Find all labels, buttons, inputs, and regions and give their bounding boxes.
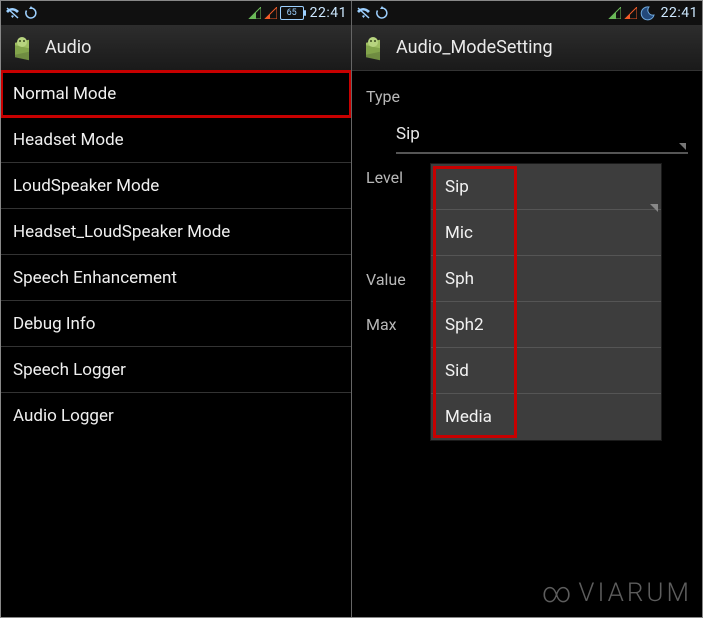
watermark: ∞ VIARUM (542, 576, 692, 609)
type-label: Type (366, 87, 688, 106)
sync-icon (24, 6, 38, 20)
action-bar: Audio_ModeSetting (352, 25, 702, 71)
menu-item[interactable]: Normal Mode (1, 71, 351, 117)
type-selected: Sip (396, 124, 420, 144)
menu-list-container: Normal ModeHeadset ModeLoudSpeaker ModeH… (1, 71, 351, 617)
watermark-text: VIARUM (578, 578, 692, 608)
type-dropdown[interactable]: SipMicSphSph2SidMedia (430, 163, 662, 441)
menu-item[interactable]: Speech Enhancement (1, 255, 351, 301)
app-icon (360, 35, 386, 61)
moon-icon (640, 6, 655, 21)
value-label: Value (366, 270, 406, 289)
dropdown-option[interactable]: Sip (431, 164, 661, 210)
menu-list: Normal ModeHeadset ModeLoudSpeaker ModeH… (1, 71, 351, 439)
dropdown-option[interactable]: Sph2 (431, 302, 661, 348)
menu-item[interactable]: LoudSpeaker Mode (1, 163, 351, 209)
screen-mode-setting: 22:41 Audio_ModeSetting Type Sip (351, 1, 702, 617)
menu-item[interactable]: Debug Info (1, 301, 351, 347)
action-bar: Audio (1, 25, 351, 71)
signal-1-icon (248, 7, 261, 19)
screen-audio: 65 22:41 Audio Normal ModeHeadset ModeLo… (1, 1, 351, 617)
battery-pct: 65 (287, 6, 297, 20)
page-title: Audio (45, 37, 91, 58)
infinity-icon: ∞ (542, 576, 575, 609)
signal-2-icon (264, 7, 277, 19)
form-container: Type Sip Level Value Max SipMicSphSph (352, 71, 702, 617)
menu-item[interactable]: Audio Logger (1, 393, 351, 439)
menu-item[interactable]: Headset Mode (1, 117, 351, 163)
status-bar: 65 22:41 (1, 1, 351, 25)
chevron-down-icon (650, 204, 658, 212)
clock: 22:41 (661, 5, 698, 21)
wifi-off-icon (356, 7, 371, 19)
dropdown-option[interactable]: Mic (431, 210, 661, 256)
battery-icon: 65 (280, 6, 304, 20)
chevron-down-icon (679, 143, 686, 150)
status-bar: 22:41 (352, 1, 702, 25)
app-icon (9, 35, 35, 61)
max-label: Max (366, 315, 397, 334)
dropdown-option[interactable]: Sid (431, 348, 661, 394)
type-spinner[interactable]: Sip (396, 116, 688, 154)
clock: 22:41 (310, 5, 347, 21)
menu-item[interactable]: Headset_LoudSpeaker Mode (1, 209, 351, 255)
wifi-off-icon (5, 7, 20, 19)
signal-1-icon (608, 7, 621, 19)
signal-2-icon (624, 7, 637, 19)
sync-icon (375, 6, 389, 20)
dropdown-option[interactable]: Sph (431, 256, 661, 302)
dropdown-option[interactable]: Media (431, 394, 661, 440)
page-title: Audio_ModeSetting (396, 37, 553, 58)
menu-item[interactable]: Speech Logger (1, 347, 351, 393)
